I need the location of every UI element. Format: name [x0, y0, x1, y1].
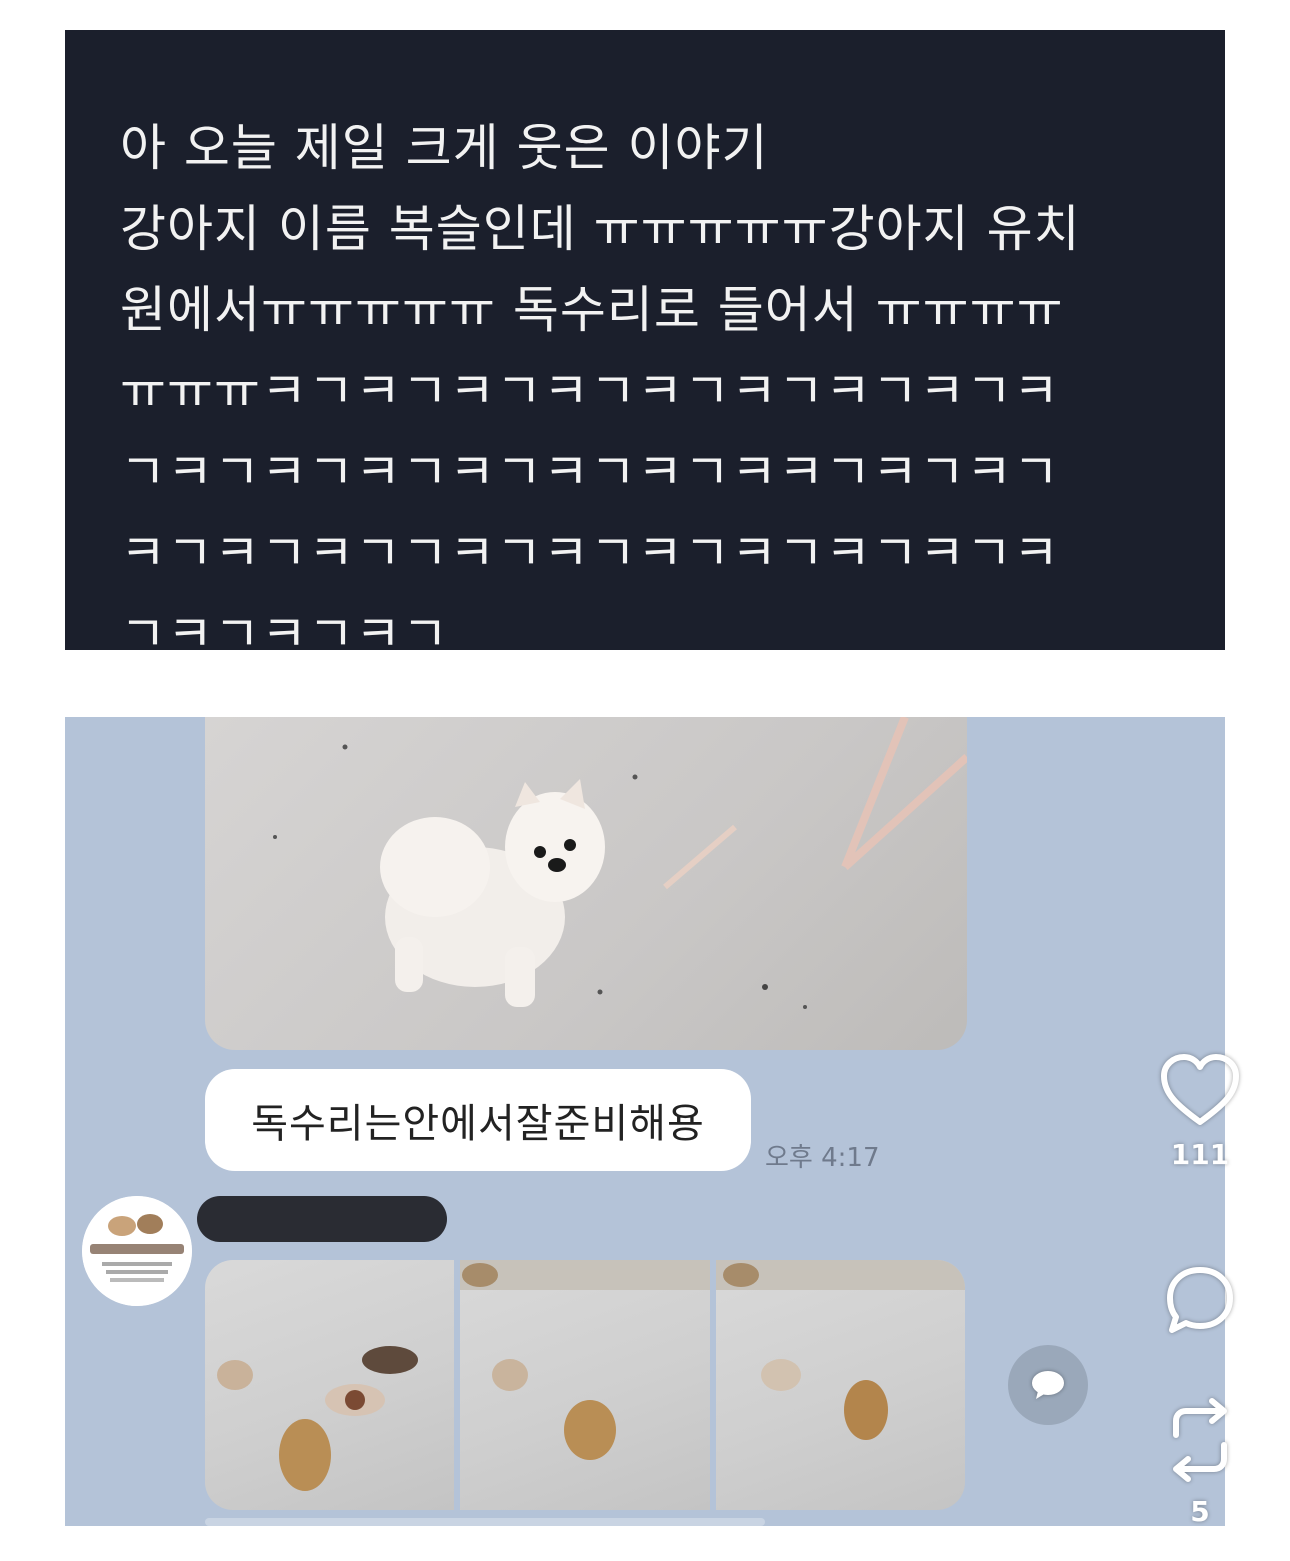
chat-share-button[interactable]	[1008, 1345, 1088, 1425]
sender-avatar[interactable]	[82, 1196, 192, 1306]
comment-action[interactable]	[1150, 1262, 1250, 1338]
comment-icon[interactable]	[1162, 1262, 1238, 1338]
sender-name-redacted	[197, 1196, 447, 1242]
kindergarten-logo-image	[82, 1196, 192, 1306]
heart-icon[interactable]	[1158, 1052, 1242, 1128]
chat-message-text: 독수리는안에서잘준비해용	[251, 1101, 705, 1147]
repost-action[interactable]: 5	[1150, 1395, 1250, 1528]
dog-photo-3[interactable]	[715, 1260, 965, 1510]
like-action[interactable]: 111	[1150, 1052, 1250, 1171]
chat-screenshot: 독수리는안에서잘준비해용 오후 4:17	[65, 717, 1225, 1526]
dogs-image-2	[460, 1260, 710, 1460]
dog-photo-grid	[205, 1260, 965, 1510]
dogs-image-1	[217, 1346, 418, 1491]
speech-bubble-icon	[1030, 1369, 1066, 1401]
cropped-edge	[205, 1518, 765, 1526]
white-dog-image	[273, 717, 967, 1009]
tweet-text: 아 오늘 제일 크게 웃은 이야기 강아지 이름 복슬인데 ㅠㅠㅠㅠㅠ강아지 유…	[120, 119, 1081, 663]
tweet-screenshot: 아 오늘 제일 크게 웃은 이야기 강아지 이름 복슬인데 ㅠㅠㅠㅠㅠ강아지 유…	[65, 30, 1225, 663]
repost-count: 5	[1190, 1495, 1210, 1528]
like-count: 111	[1170, 1138, 1230, 1171]
dog-photo-1[interactable]	[205, 1260, 455, 1510]
repost-icon[interactable]	[1162, 1395, 1238, 1485]
message-timestamp: 오후 4:17	[765, 1143, 880, 1173]
dog-photo-2[interactable]	[460, 1260, 710, 1510]
dog-photo-large[interactable]	[205, 717, 967, 1050]
chat-message-bubble[interactable]: 독수리는안에서잘준비해용	[205, 1069, 751, 1171]
dogs-image-3	[715, 1260, 965, 1440]
